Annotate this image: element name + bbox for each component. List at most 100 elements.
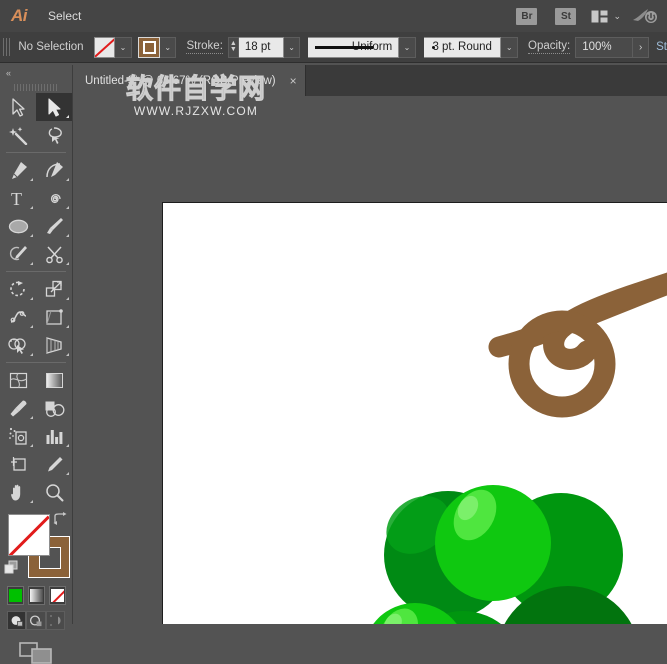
tools-panel: « [0, 65, 73, 624]
swap-fill-stroke-icon[interactable] [53, 512, 68, 528]
artboard[interactable] [162, 202, 667, 624]
artboard-tool[interactable] [0, 450, 36, 478]
rotate-tool[interactable] [0, 275, 36, 303]
paintbrush-tool[interactable] [36, 212, 72, 240]
artwork-grape-cluster[interactable] [163, 203, 667, 624]
change-screen-mode-button[interactable] [0, 630, 72, 664]
selection-tool[interactable] [0, 93, 36, 121]
magic-wand-tool[interactable] [0, 121, 36, 149]
stock-button[interactable]: St [555, 8, 576, 25]
tool-flyout-indicator-icon [66, 234, 69, 237]
line-segment-spiral-tool[interactable] [36, 184, 72, 212]
stroke-profile-dropdown-button[interactable]: ⌄ [399, 37, 416, 58]
scale-tool[interactable] [36, 275, 72, 303]
tool-flyout-indicator-icon [66, 178, 69, 181]
tool-flyout-indicator-icon [30, 178, 33, 181]
tool-flyout-indicator-icon [30, 325, 33, 328]
tool-flyout-indicator-icon [66, 297, 69, 300]
lasso-tool[interactable] [36, 121, 72, 149]
tool-flyout-indicator-icon [30, 262, 33, 265]
stroke-profile-select[interactable]: Uniform [308, 37, 399, 58]
stroke-weight-label: Stroke: [186, 40, 222, 54]
default-fill-stroke-icon[interactable] [4, 560, 19, 578]
toolbar-divider [6, 152, 66, 153]
toolbar-collapse-button[interactable]: « [0, 65, 72, 81]
tool-flyout-indicator-icon [30, 444, 33, 447]
tool-flyout-indicator-icon [66, 353, 69, 356]
zoom-tool[interactable] [36, 478, 72, 506]
scissors-tool[interactable] [36, 240, 72, 268]
gradient-swatch-button[interactable] [28, 586, 45, 605]
symbol-sprayer-tool[interactable] [0, 422, 36, 450]
brush-label: 3 pt. Round [432, 41, 491, 53]
toolbar-fill-swatch[interactable] [8, 514, 50, 556]
color-swatch-button[interactable] [7, 586, 24, 605]
document-tab[interactable]: Untitled-3* @ 66.67% (RGB/Preview) × [73, 65, 306, 96]
canvas-area[interactable] [73, 96, 667, 624]
search-rocket-icon[interactable] [631, 6, 659, 26]
drawing-modes [0, 605, 72, 630]
svg-text:T: T [11, 189, 22, 208]
style-label-truncated[interactable]: St [656, 41, 667, 53]
blend-tool[interactable] [36, 394, 72, 422]
mesh-tool[interactable] [0, 366, 36, 394]
type-tool[interactable]: T [0, 184, 36, 212]
curvature-tool[interactable] [36, 156, 72, 184]
tool-flyout-indicator-icon [66, 262, 69, 265]
toolbar-divider [6, 362, 66, 363]
opacity-input[interactable]: 100% [575, 37, 633, 58]
selection-status-label: No Selection [14, 41, 93, 53]
shaper-pencil-tool[interactable] [0, 240, 36, 268]
close-icon[interactable]: × [290, 74, 297, 88]
brush-dropdown-button[interactable]: ⌄ [501, 37, 518, 58]
draw-behind-button[interactable] [26, 611, 45, 630]
tool-flyout-indicator-icon [66, 115, 69, 118]
fill-dropdown-button[interactable]: ⌄ [115, 37, 132, 58]
draw-inside-button[interactable] [46, 611, 65, 630]
none-swatch-button[interactable] [49, 586, 66, 605]
tool-flyout-indicator-icon [66, 206, 69, 209]
free-transform-tool[interactable] [36, 303, 72, 331]
workspace-switcher-icon[interactable] [589, 6, 609, 26]
menu-bar: Ai FileEditObjectTypeSelectEffectViewWin… [0, 0, 667, 32]
direct-selection-tool[interactable] [36, 93, 72, 121]
pen-tool[interactable] [0, 156, 36, 184]
stroke-swatch-button[interactable] [138, 37, 160, 58]
stroke-weight-input[interactable]: 18 pt [239, 37, 284, 58]
menu-item-select[interactable]: Select [38, 0, 101, 32]
draw-normal-button[interactable] [7, 611, 26, 630]
tool-flyout-indicator-icon [30, 500, 33, 503]
opacity-options-button[interactable]: › [633, 37, 649, 58]
control-bar-grip[interactable] [3, 38, 10, 56]
document-tab-title: Untitled-3* @ 66.67% (RGB/Preview) [85, 75, 276, 87]
opacity-label: Opacity: [528, 40, 570, 54]
gradient-swatch-preview [30, 589, 43, 602]
fill-none-icon [95, 38, 115, 57]
shape-builder-tool[interactable] [0, 331, 36, 359]
menu-bar-right: Br St ⌄ [507, 0, 665, 32]
width-tool[interactable] [0, 303, 36, 331]
ellipse-tool[interactable] [0, 212, 36, 240]
workspace-chevron-down-icon[interactable]: ⌄ [613, 11, 621, 22]
gradient-tool[interactable] [36, 366, 72, 394]
brush-definition-select[interactable]: 3 pt. Round [424, 37, 502, 58]
slice-tool[interactable] [36, 450, 72, 478]
stroke-dropdown-button[interactable]: ⌄ [160, 37, 177, 58]
bridge-button[interactable]: Br [516, 8, 537, 25]
profile-preview-icon [315, 46, 373, 49]
none-swatch-preview [51, 589, 64, 602]
stroke-weight-stepper[interactable]: ▲ ▼ [228, 37, 239, 58]
toolbar-divider [6, 271, 66, 272]
fill-swatch-button[interactable] [94, 37, 116, 58]
perspective-grid-tool[interactable] [36, 331, 72, 359]
tool-flyout-indicator-icon [30, 353, 33, 356]
hand-tool[interactable] [0, 478, 36, 506]
stroke-weight-dropdown-button[interactable]: ⌄ [284, 37, 301, 58]
stepper-down-icon[interactable]: ▼ [230, 47, 237, 53]
fill-stroke-controls [0, 512, 72, 582]
eyedropper-tool[interactable] [0, 394, 36, 422]
tool-flyout-indicator-icon [66, 472, 69, 475]
column-graph-tool[interactable] [36, 422, 72, 450]
toolbar-drag-grip[interactable] [0, 81, 72, 93]
document-tab-bar: Untitled-3* @ 66.67% (RGB/Preview) × [73, 65, 667, 96]
